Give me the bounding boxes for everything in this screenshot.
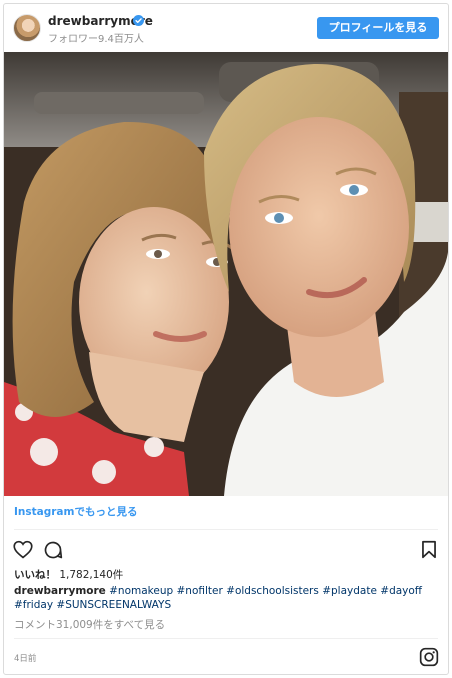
follower-count: フォロワー9.4百万人: [48, 34, 144, 45]
hashtag-link[interactable]: #nofilter: [177, 585, 223, 597]
hashtag-link[interactable]: #playdate: [322, 585, 377, 597]
caption-username-link[interactable]: drewbarrymore: [14, 585, 106, 597]
caption: drewbarrymore #nomakeup #nofilter #oldsc…: [14, 584, 438, 612]
instagram-icon[interactable]: [419, 647, 439, 667]
post-header: drewbarrymore フォロワー9.4百万人 プロフィールを見る: [4, 4, 448, 52]
hashtag-link[interactable]: #friday: [14, 599, 53, 611]
divider: [14, 638, 438, 639]
view-profile-button[interactable]: プロフィールを見る: [317, 17, 439, 39]
post-timestamp: 4日前: [14, 654, 37, 664]
comment-icon[interactable]: [43, 540, 63, 560]
bookmark-icon[interactable]: [421, 540, 437, 559]
hashtag-link[interactable]: #dayoff: [380, 585, 422, 597]
instagram-embed-card: drewbarrymore フォロワー9.4百万人 プロフィールを見る Inst…: [3, 3, 449, 675]
view-all-comments-link[interactable]: コメント31,009件をすべて見る: [14, 617, 165, 632]
likes-count: 1,782,140件: [59, 569, 124, 581]
hashtag-link[interactable]: #oldschoolsisters: [226, 585, 319, 597]
divider: [14, 529, 438, 530]
selfie-photo-illustration: [4, 52, 448, 496]
heart-icon[interactable]: [13, 540, 33, 559]
hashtag-link[interactable]: #nomakeup: [109, 585, 173, 597]
verified-badge-icon: [133, 15, 144, 26]
action-bar: [4, 536, 448, 564]
hashtag-link[interactable]: #SUNSCREENALWAYS: [56, 599, 171, 611]
post-photo[interactable]: [4, 52, 448, 496]
likes-label: いいね！: [14, 569, 56, 581]
view-more-on-instagram-link[interactable]: Instagramでもっと見る: [14, 504, 137, 519]
avatar[interactable]: [13, 14, 41, 42]
like-count: いいね！ 1,782,140件: [14, 567, 123, 582]
